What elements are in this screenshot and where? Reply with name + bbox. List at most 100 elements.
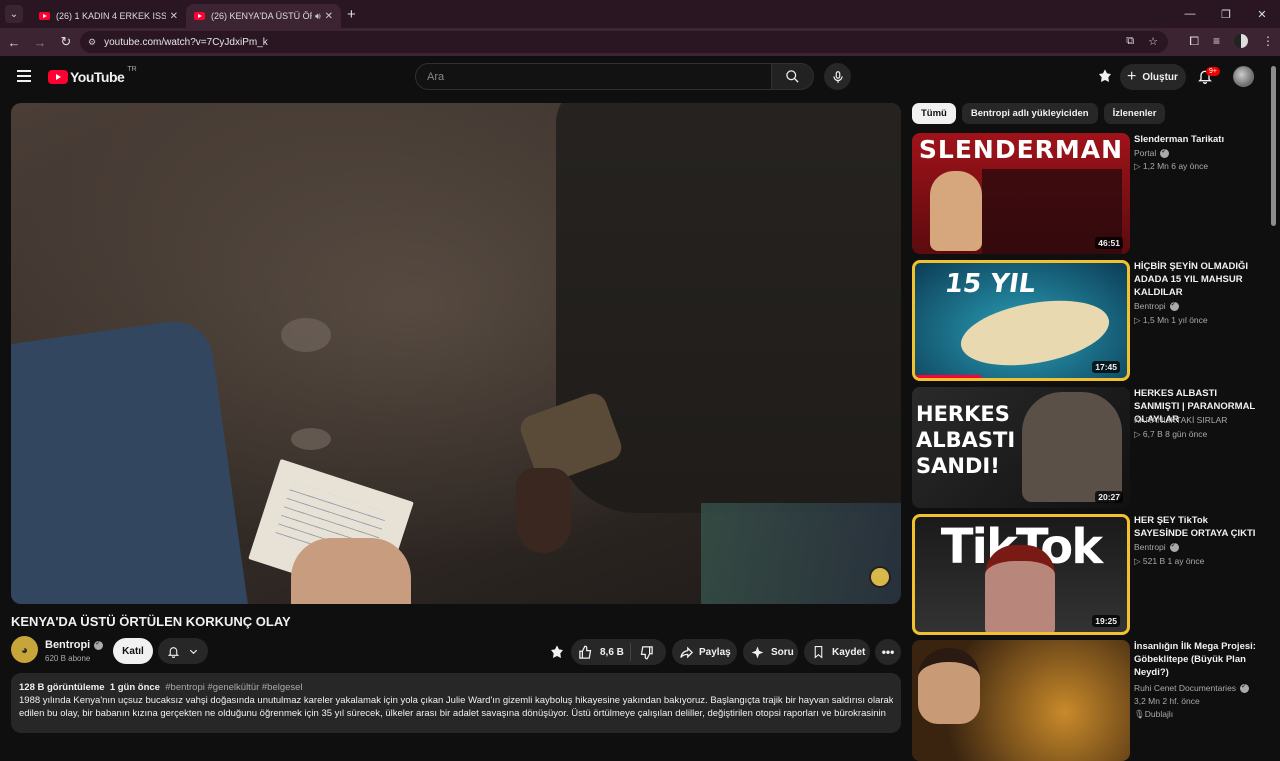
search-placeholder: Ara [427, 70, 445, 83]
chip-watched[interactable]: İzlenenler [1103, 103, 1166, 124]
thumbnail-text: HERKES ALBASTI SANDI! [916, 402, 1016, 478]
search-input[interactable]: Ara [415, 63, 772, 90]
create-label: Oluştur [1142, 71, 1178, 83]
account-avatar[interactable] [1233, 66, 1254, 87]
recommended-video[interactable]: İnsanlığın İlk Mega Projesi: Göbeklitepe… [912, 640, 1272, 761]
thumbs-down-icon [640, 645, 653, 659]
video-frame-detail [291, 538, 411, 604]
new-tab-button[interactable]: + [347, 6, 356, 23]
thumbs-up-icon [579, 645, 592, 659]
site-info-icon[interactable]: ⚙ [88, 37, 96, 48]
install-app-icon[interactable]: ⧉ [1126, 35, 1134, 48]
ask-button[interactable]: Soru [743, 639, 798, 665]
chip-from-uploader[interactable]: Bentropi adlı yükleyiciden [961, 103, 1098, 124]
video-meta: ▷ 6,7 B 8 gün önce [1134, 429, 1208, 439]
thumbnail-island [955, 290, 1115, 376]
video-thumbnail[interactable] [912, 640, 1130, 761]
video-title[interactable]: İnsanlığın İlk Mega Projesi: Göbeklitepe… [1134, 640, 1264, 679]
window-controls: — ❐ ✕ [1172, 0, 1280, 28]
thumbnail-person [930, 171, 982, 251]
gem-sparkle-icon[interactable] [549, 644, 565, 660]
channel-avatar[interactable]: ◕ [11, 636, 38, 663]
video-thumbnail[interactable]: SLENDERMAN 46:51 [912, 133, 1130, 254]
chip-all[interactable]: Tümü [912, 103, 956, 124]
thumbnail-creature [1022, 392, 1122, 502]
ask-label: Soru [771, 646, 794, 658]
video-title[interactable]: HİÇBİR ŞEYİN OLMADIĞI ADADA 15 YIL MAHSU… [1134, 260, 1264, 299]
recommended-video[interactable]: HERKES ALBASTI SANDI! 20:27 HERKES ALBAS… [912, 387, 1272, 508]
bookmark-star-icon[interactable]: ☆ [1148, 35, 1158, 48]
browser-menu-icon[interactable]: ⋮ [1262, 34, 1274, 49]
video-title: KENYA'DA ÜSTÜ ÖRTÜLEN KORKUNÇ OLAY [11, 614, 291, 629]
video-frame-detail [701, 503, 901, 604]
menu-icon[interactable] [17, 70, 31, 82]
description-box[interactable]: 128 B görüntüleme 1 gün önce #bentropi #… [11, 673, 901, 733]
voice-search-button[interactable] [824, 63, 851, 90]
video-thumbnail[interactable]: TikTok 19:25 [912, 514, 1130, 635]
video-meta: ▷ 521 B 1 ay önce [1134, 556, 1205, 566]
profile-icon[interactable] [1234, 34, 1248, 48]
video-duration: 46:51 [1095, 237, 1123, 249]
channel-watermark-icon[interactable] [869, 566, 891, 588]
video-meta: 3,2 Mn 2 hf. önce [1134, 696, 1200, 706]
like-button[interactable]: 8,6 B [571, 643, 631, 661]
address-bar[interactable]: ⚙ youtube.com/watch?v=7CyJdxiPm_k ⧉ ☆ [80, 31, 1168, 53]
dislike-button[interactable] [631, 645, 654, 660]
reload-icon[interactable]: ↻ [54, 34, 78, 50]
subscription-bell-button[interactable] [158, 638, 208, 664]
verified-icon [1160, 147, 1170, 158]
channel-name-text: Bentropi [1134, 542, 1166, 552]
more-actions-button[interactable]: ••• [875, 639, 901, 665]
minimize-icon[interactable]: — [1172, 8, 1208, 20]
video-player[interactable] [11, 103, 901, 604]
description-text-line: 1988 yılında Kenya'nın uçsuz bucaksız va… [19, 695, 893, 706]
close-window-icon[interactable]: ✕ [1244, 8, 1280, 21]
video-duration: 20:27 [1095, 491, 1123, 503]
recommended-video[interactable]: TikTok 19:25 HER ŞEY TikTok SAYESİNDE OR… [912, 514, 1272, 635]
recommended-video[interactable]: 15 YIL 17:45 HİÇBİR ŞEYİN OLMADIĞI ADADA… [912, 260, 1272, 381]
channel-name[interactable]: Bentropi [45, 639, 104, 651]
video-title[interactable]: HER ŞEY TikTok SAYESİNDE ORTAYA ÇIKTI [1134, 514, 1264, 540]
like-count: 8,6 B [600, 646, 624, 658]
upload-date: 1 gün önce [109, 682, 160, 693]
recommended-video[interactable]: SLENDERMAN 46:51 Slenderman Tarikatı Por… [912, 133, 1272, 254]
thumbnail-progress [915, 375, 981, 378]
save-button[interactable]: Kaydet [804, 639, 870, 665]
share-label: Paylaş [699, 646, 731, 658]
hashtags[interactable]: #bentropi #genelkültür #belgesel [165, 682, 302, 693]
video-duration: 19:25 [1092, 615, 1120, 627]
create-button[interactable]: + Oluştur [1120, 64, 1186, 90]
video-thumbnail[interactable]: HERKES ALBASTI SANDI! 20:27 [912, 387, 1130, 508]
extensions-icon[interactable]: ⧠ [1189, 34, 1199, 49]
plus-icon: + [1127, 68, 1137, 85]
channel-name[interactable]: Ruhi Cenet Documentaries [1134, 682, 1250, 693]
channel-name-text: Portal [1134, 148, 1157, 158]
video-thumbnail[interactable]: 15 YIL 17:45 [912, 260, 1130, 381]
join-button[interactable]: Katıl [113, 638, 153, 664]
gem-sparkle-icon[interactable] [1097, 68, 1113, 84]
channel-name[interactable]: Portal [1134, 147, 1170, 158]
share-button[interactable]: Paylaş [672, 639, 737, 665]
bell-icon [167, 646, 180, 658]
reading-list-icon[interactable]: ≡ [1213, 34, 1220, 49]
youtube-logo[interactable]: YouTube TR [48, 66, 137, 85]
video-frame-detail [281, 318, 331, 352]
channel-name[interactable]: KARANLIKTAKİ SIRLAR [1134, 415, 1227, 425]
dubbed-badge: 🎙︎Dublajlı [1134, 709, 1174, 719]
restore-icon[interactable]: ❐ [1208, 8, 1244, 21]
youtube-header: YouTube TR Ara + Oluştur 9+ [0, 56, 1280, 100]
close-icon[interactable]: ✕ [325, 11, 333, 22]
channel-name[interactable]: Bentropi [1134, 300, 1179, 311]
forward-icon[interactable]: → [28, 35, 52, 50]
close-icon[interactable]: ✕ [170, 11, 178, 22]
tab-search-button[interactable]: ⌄ [5, 5, 23, 23]
bookmark-icon [814, 646, 823, 659]
page-scrollbar[interactable] [1271, 66, 1276, 226]
browser-tab-1[interactable]: (26) 1 KADIN 4 ERKEK ISSIZ BİR ✕ [31, 4, 186, 28]
speaker-icon[interactable]: 🔊︎ [315, 11, 321, 22]
search-button[interactable] [771, 63, 814, 90]
back-icon[interactable]: ← [2, 35, 26, 50]
channel-name[interactable]: Bentropi [1134, 541, 1179, 552]
video-title[interactable]: Slenderman Tarikatı [1134, 133, 1264, 146]
browser-tab-2[interactable]: (26) KENYA'DA ÜSTÜ ÖRTÜL 🔊︎ ✕ [186, 4, 341, 28]
